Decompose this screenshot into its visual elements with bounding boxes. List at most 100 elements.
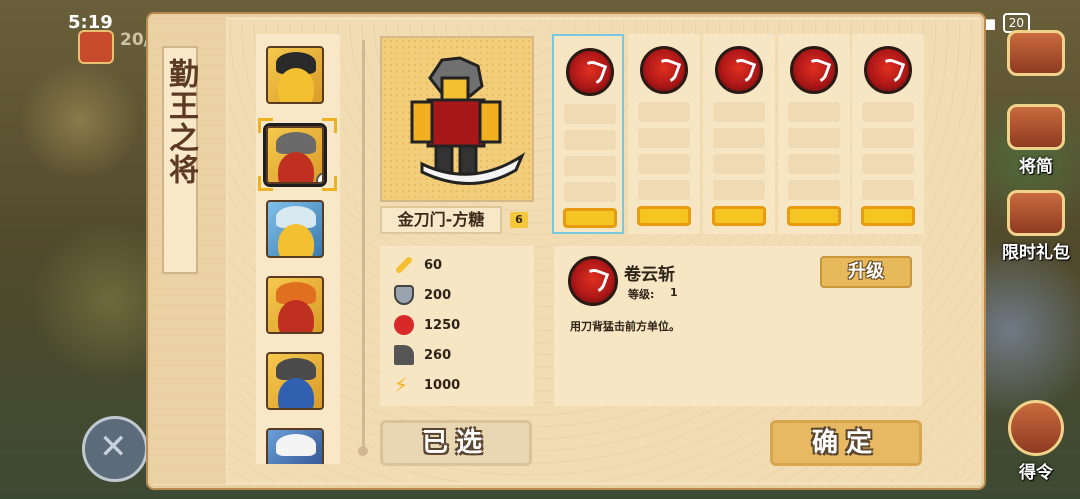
stat-attack-value: 60 xyxy=(424,257,443,273)
hero-hair xyxy=(276,132,316,154)
wind-slash-icon xyxy=(568,256,618,306)
skill-row xyxy=(713,102,765,122)
stat-defense-value: 200 xyxy=(424,287,452,303)
hero-list[interactable]: ✓ xyxy=(256,34,340,464)
skill-row xyxy=(862,180,914,200)
stat-health-value: 1250 xyxy=(424,317,461,333)
skill-bar xyxy=(637,206,691,226)
skill-description: 用刀背猛击前方单位。 xyxy=(570,320,680,333)
hero-book-label: 将简 xyxy=(1019,157,1053,177)
directional-control[interactable] xyxy=(82,416,148,482)
skill-row xyxy=(862,102,914,122)
crescent-slash-icon xyxy=(715,46,763,94)
limited-gift-label: 限时礼包 xyxy=(1002,243,1070,263)
hero-face xyxy=(278,224,314,256)
stat-attack: 60 xyxy=(394,254,442,276)
hero-stats: 60 200 1250 260 ⚡ 1000 xyxy=(380,246,534,406)
limited-gift-menu-item[interactable]: 限时礼包 xyxy=(1000,190,1072,263)
lightning-icon: ⚡ xyxy=(394,373,409,397)
stat-speed: 260 xyxy=(394,344,451,366)
skill-slot-5[interactable] xyxy=(852,34,924,234)
hero-level-badge: 6 xyxy=(510,212,528,228)
hero-thumb-4[interactable] xyxy=(266,276,324,334)
skill-row xyxy=(862,154,914,174)
banner-badge-icon[interactable] xyxy=(78,30,114,64)
skill-slot-3[interactable] xyxy=(703,34,775,234)
hero-thumb-1[interactable] xyxy=(266,46,324,104)
skill-level-value: 1 xyxy=(670,286,678,299)
stat-defense: 200 xyxy=(394,284,451,306)
command-label: 得令 xyxy=(1019,463,1053,483)
hero-name: 金刀门-方糖 xyxy=(380,206,502,234)
selection-corner xyxy=(322,118,337,133)
skill-row xyxy=(788,180,840,200)
shield-icon xyxy=(864,46,912,94)
command-menu-item[interactable]: 得令 xyxy=(1000,400,1072,483)
mail-menu-item[interactable] xyxy=(1000,30,1072,76)
panel-title: 勤王之将 xyxy=(163,58,198,186)
hero-thumb-6[interactable] xyxy=(266,428,324,464)
skill-row xyxy=(638,154,690,174)
hero-hair xyxy=(276,434,316,456)
skill-slot-2[interactable] xyxy=(628,34,700,234)
stat-power: ⚡ 1000 xyxy=(394,374,460,396)
hero-portrait xyxy=(380,36,534,202)
selection-corner xyxy=(258,118,273,133)
boot-icon xyxy=(394,345,414,365)
skill-row xyxy=(862,128,914,148)
skill-row xyxy=(713,180,765,200)
skill-row xyxy=(564,130,616,150)
shield-stat-icon xyxy=(394,285,414,305)
skill-detail-icon xyxy=(568,256,618,306)
scroll-icon xyxy=(1007,30,1065,76)
skill-slot-4[interactable] xyxy=(778,34,850,234)
skill-row xyxy=(638,180,690,200)
hero-thumb-3[interactable] xyxy=(266,200,324,258)
skill-bar xyxy=(563,208,617,228)
hero-armor xyxy=(278,300,314,332)
stat-speed-value: 260 xyxy=(424,347,452,363)
skill-detail: 卷云斩 等级: 1 用刀背猛击前方单位。 升级 xyxy=(554,246,922,406)
skill-row xyxy=(638,128,690,148)
confirm-button[interactable]: 确定 xyxy=(770,420,922,466)
wolf-icon xyxy=(640,46,688,94)
sword-icon xyxy=(394,255,414,275)
skill-bar xyxy=(861,206,915,226)
book-icon xyxy=(1007,104,1065,150)
skill-row xyxy=(788,154,840,174)
bird-icon xyxy=(790,46,838,94)
skill-slot-1[interactable] xyxy=(552,34,624,234)
hero-armor xyxy=(278,378,314,408)
skill-row xyxy=(638,102,690,122)
skill-row xyxy=(788,102,840,122)
selection-corner xyxy=(322,176,337,191)
resource-counter: 20/ xyxy=(120,30,150,50)
skill-row xyxy=(564,104,616,124)
hero-portrait-art xyxy=(410,56,526,185)
hero-face xyxy=(278,68,314,102)
skill-row xyxy=(564,156,616,176)
hero-armor xyxy=(278,152,314,182)
selection-corner xyxy=(258,176,273,191)
skill-bar xyxy=(712,206,766,226)
skill-level-label: 等级: xyxy=(628,288,655,301)
command-icon xyxy=(1008,400,1064,456)
list-scrollbar[interactable] xyxy=(358,40,368,456)
skill-bar xyxy=(787,206,841,226)
panel-title-banner: 勤王之将 xyxy=(162,46,198,274)
hero-thumb-5[interactable] xyxy=(266,352,324,410)
stat-health: 1250 xyxy=(394,314,460,336)
skill-row xyxy=(788,128,840,148)
wind-slash-icon xyxy=(566,48,614,96)
skill-row xyxy=(713,128,765,148)
stat-power-value: 1000 xyxy=(424,377,461,393)
selected-button[interactable]: 已选 xyxy=(380,420,532,466)
skill-row xyxy=(713,154,765,174)
skill-row xyxy=(564,182,616,202)
hero-hair xyxy=(276,358,316,380)
hero-book-menu-item[interactable]: 将简 xyxy=(1000,104,1072,177)
skill-name: 卷云斩 xyxy=(624,265,675,285)
hero-thumb-2-selected[interactable]: ✓ xyxy=(263,123,327,187)
upgrade-button[interactable]: 升级 xyxy=(820,256,912,288)
heart-icon xyxy=(394,315,414,335)
